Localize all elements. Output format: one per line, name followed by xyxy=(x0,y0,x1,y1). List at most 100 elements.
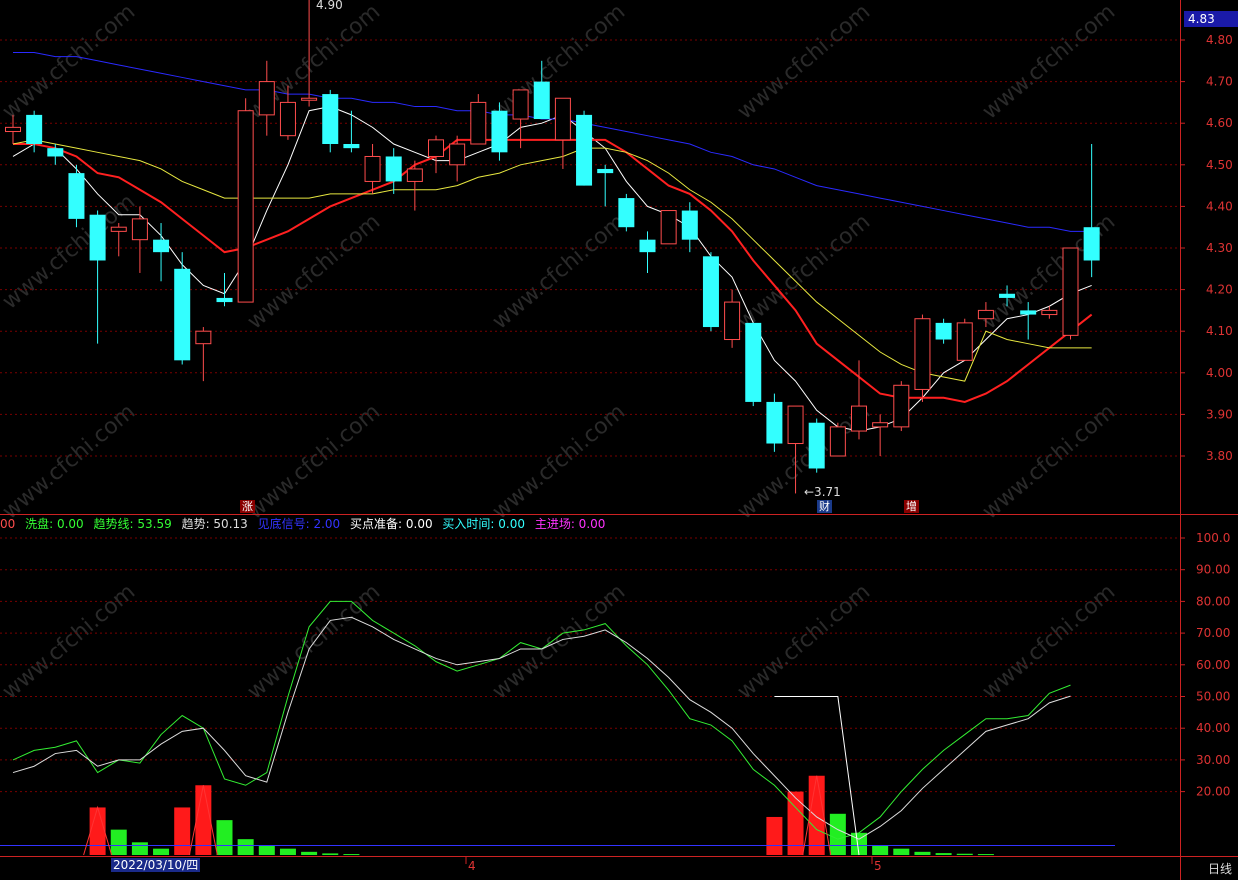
indicator-axis-tick-label: 100.0 xyxy=(1196,531,1230,545)
indicator-bars xyxy=(0,775,1115,856)
watermark-text: www.cfchi.com xyxy=(243,209,385,334)
candle-body-up xyxy=(406,168,423,182)
candle-body-down xyxy=(745,322,762,402)
indicator-bar-green xyxy=(301,851,318,855)
indicator-bar-green xyxy=(216,820,233,855)
indicator-legend: 00 洗盘: 0.00 趋势线: 53.59 趋势: 50.13 见底信号: 2… xyxy=(0,515,611,531)
high-price-annotation: 4.90 xyxy=(316,0,343,12)
indicator-bar-red xyxy=(195,785,212,855)
candle-body-down xyxy=(808,422,825,469)
price-axis-tick-label: 4.80 xyxy=(1206,33,1233,47)
legend-prefix: 00 xyxy=(0,517,16,531)
candle-body-down xyxy=(766,401,783,444)
candle-body-up xyxy=(195,330,212,345)
indicator-bar-green xyxy=(237,839,254,855)
candle-body-down xyxy=(935,322,952,340)
price-axis-tick-label: 4.20 xyxy=(1206,283,1233,297)
indicator-axis: 100.0 90.00 80.00 70.00 60.00 50.00 40.00 30.00… xyxy=(1180,531,1230,799)
candle-body-up xyxy=(131,218,148,241)
indicator-bar-green xyxy=(279,848,296,855)
candle-body-up xyxy=(914,318,931,390)
candle-body-down xyxy=(597,168,614,174)
price-axis-tick-label: 4.70 xyxy=(1206,75,1233,89)
candle-body-up xyxy=(893,384,910,428)
indicator-bar-green xyxy=(935,853,952,855)
candle-body-up xyxy=(977,309,994,320)
candle-body-up xyxy=(364,155,381,182)
candle-body-down xyxy=(681,210,698,240)
candle-body-up xyxy=(1062,247,1079,336)
indicator-bar-green xyxy=(322,853,339,855)
indicator-axis-tick-label: 70.00 xyxy=(1196,626,1230,640)
indicator-axis-tick-label: 50.00 xyxy=(1196,690,1230,704)
watermark-text: www.cfchi.com xyxy=(733,579,875,704)
indicator-bar-green xyxy=(977,854,994,856)
candle-body-down xyxy=(576,114,593,186)
legend-item-maidian: 买点准备: 0.00 xyxy=(350,517,433,531)
watermark-text: www.cfchi.com xyxy=(488,209,630,334)
indicator-bar-green xyxy=(829,813,846,855)
candle-body-up xyxy=(449,143,466,166)
last-price-label: 4.83 xyxy=(1184,11,1238,27)
panel-frames xyxy=(0,0,1238,880)
period-selector[interactable]: 日线 xyxy=(1208,860,1232,877)
month-tick-label: 4 xyxy=(468,859,476,873)
chart-stage: www.cfchi.com www.cfchi.com www.cfchi.com w… xyxy=(0,0,1238,880)
candle-body-up xyxy=(470,101,487,145)
watermark-text: www.cfchi.com xyxy=(243,399,385,524)
candle-body-down xyxy=(618,198,635,228)
candle-body-down xyxy=(216,297,233,303)
legend-item-qushixian: 趋势线: 53.59 xyxy=(93,517,172,531)
marker-cai: 财 xyxy=(817,500,832,513)
indicator-bar-green xyxy=(343,854,360,856)
indicator-axis-tick-label: 80.00 xyxy=(1196,594,1230,608)
low-price-annotation: ←3.71 xyxy=(804,485,841,499)
candle-body-down xyxy=(639,239,656,253)
watermark-text: www.cfchi.com xyxy=(488,579,630,704)
watermark-text: www.cfchi.com xyxy=(0,0,140,125)
candle-body-down xyxy=(385,156,402,182)
indicator-axis-tick-label: 30.00 xyxy=(1196,753,1230,767)
indicator-axis-tick-label: 60.00 xyxy=(1196,658,1230,672)
candle-body-down xyxy=(89,214,106,261)
watermark-text: www.cfchi.com xyxy=(0,579,140,704)
indicator-bar-red xyxy=(808,775,825,855)
indicator-bar-red xyxy=(89,807,106,855)
candle-body-up xyxy=(724,301,741,341)
indicator-bar-green xyxy=(131,842,148,855)
candle-body-up xyxy=(787,405,804,445)
indicator-bar-red xyxy=(174,807,191,855)
price-axis-tick-label: 3.90 xyxy=(1206,407,1233,421)
legend-item-jiandi: 见底信号: 2.00 xyxy=(257,517,341,531)
candle-body-up xyxy=(5,126,21,133)
indicator-axis-tick-label: 20.00 xyxy=(1196,785,1230,799)
indicator-bar-green xyxy=(956,853,973,855)
month-ticks: 45 xyxy=(465,856,882,873)
candle-body-down xyxy=(174,268,191,361)
price-axis-tick-label: 4.40 xyxy=(1206,199,1233,213)
candle-body-up xyxy=(851,405,867,432)
indicator-bar-green xyxy=(110,829,127,855)
marker-zeng: 增 xyxy=(904,500,919,513)
candle-body-up xyxy=(660,210,677,245)
candle-body-up xyxy=(279,101,296,137)
candle-body-down xyxy=(491,110,508,153)
candle-body-down xyxy=(68,173,85,219)
candle-body-down xyxy=(999,293,1016,298)
price-axis-tick-label: 4.60 xyxy=(1206,116,1233,130)
indicator-bar-green xyxy=(153,848,170,855)
indicator-bar-red xyxy=(766,816,783,855)
price-axis-tick-label: 4.50 xyxy=(1206,158,1233,172)
price-axis-tick-label: 3.80 xyxy=(1206,449,1233,463)
candle-body-down xyxy=(47,148,64,157)
candle-body-up xyxy=(258,81,275,116)
date-cursor-label: 2022/03/10/四 xyxy=(111,858,201,872)
candle-body-down xyxy=(533,81,550,120)
watermark-text: www.cfchi.com xyxy=(978,579,1120,704)
candle-body-down xyxy=(153,239,170,253)
candle-body-down xyxy=(702,256,719,328)
candle-body-down xyxy=(1083,227,1100,261)
indicator-bar-green xyxy=(872,845,889,855)
indicator-line xyxy=(12,600,1071,840)
candle-body-up xyxy=(237,110,254,303)
